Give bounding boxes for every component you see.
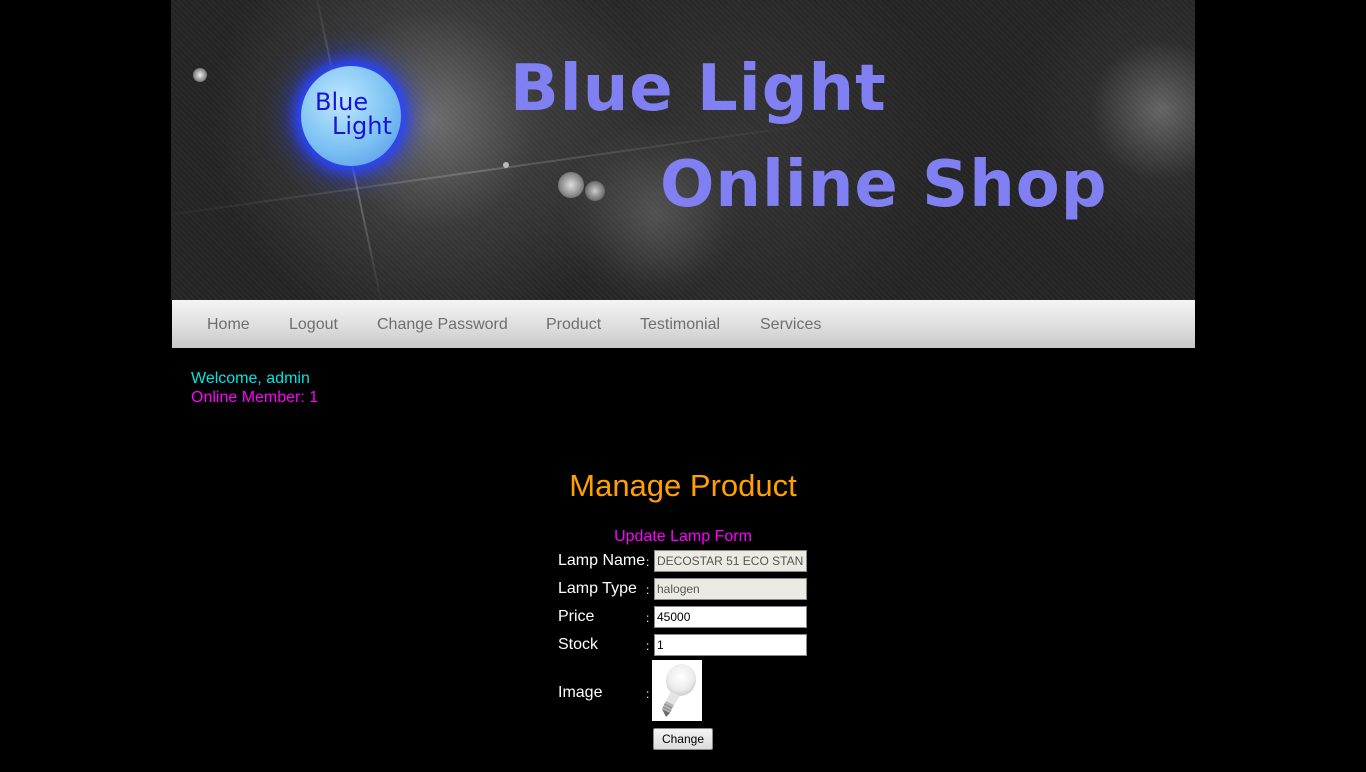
colon-separator: : [646, 611, 650, 625]
main-nav: Home Logout Change Password Product Test… [172, 300, 1195, 348]
header-banner: Blue Light Blue Light Online Shop [171, 0, 1195, 300]
site-title: Blue Light [510, 52, 887, 126]
price-field[interactable] [654, 606, 807, 628]
colon-separator: : [646, 639, 650, 653]
nav-item-services[interactable]: Services [760, 316, 821, 334]
nav-item-logout[interactable]: Logout [289, 316, 338, 334]
image-label: Image [558, 684, 603, 701]
lens-flare [503, 162, 509, 168]
lamp-image [652, 660, 702, 721]
site-subtitle: Online Shop [660, 148, 1108, 222]
lamp-name-field[interactable] [654, 550, 807, 572]
price-label: Price [558, 608, 595, 625]
light-bulb-icon [662, 664, 697, 717]
page-title: Manage Product [569, 468, 797, 503]
nav-item-change-password[interactable]: Change Password [377, 316, 508, 334]
lens-flare [558, 172, 584, 198]
stock-label: Stock [558, 636, 599, 653]
stock-field[interactable] [654, 634, 807, 656]
online-member-count: Online Member: 1 [191, 389, 319, 406]
form-title: Update Lamp Form [614, 528, 752, 545]
colon-separator: : [646, 555, 650, 569]
colon-separator: : [646, 583, 650, 597]
lamp-type-field[interactable] [654, 578, 807, 600]
lamp-type-label: Lamp Type [558, 580, 637, 597]
nav-item-product[interactable]: Product [546, 316, 601, 334]
lens-flare [193, 68, 207, 82]
nav-item-testimonial[interactable]: Testimonial [640, 316, 720, 334]
change-image-button[interactable]: Change [653, 728, 713, 750]
nav-item-home[interactable]: Home [207, 316, 250, 334]
logo-text: Light [332, 112, 392, 140]
welcome-text: Welcome, admin [191, 370, 310, 387]
colon-separator: : [646, 687, 650, 701]
lamp-name-label: Lamp Name [558, 552, 646, 569]
